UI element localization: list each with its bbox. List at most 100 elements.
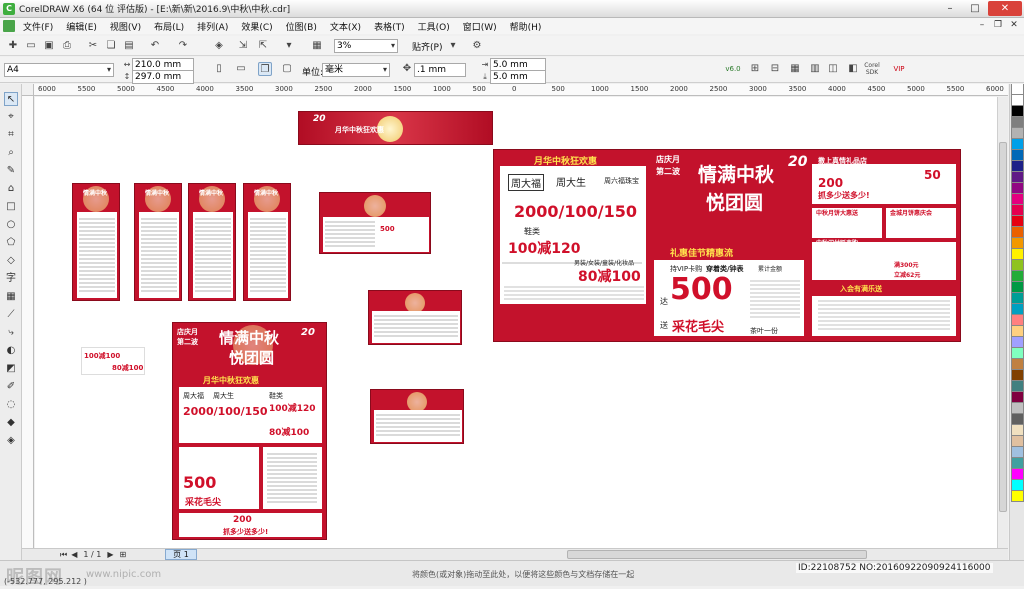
color-swatch[interactable] — [1011, 227, 1024, 238]
small-strip-artwork[interactable]: 100减100 80减100 — [81, 347, 145, 375]
options-gear-icon[interactable]: ⚙ — [470, 39, 484, 53]
table-tool-icon[interactable]: ▦ — [4, 290, 18, 304]
macro-version-badge[interactable]: v6.0 — [722, 62, 744, 76]
color-swatch[interactable] — [1011, 326, 1024, 337]
menu-text[interactable]: 文本(X) — [330, 20, 361, 33]
menu-window[interactable]: 窗口(W) — [463, 20, 497, 33]
narrow-poster-1[interactable]: 情满中秋 — [72, 183, 120, 301]
units-select[interactable]: 毫米 — [322, 63, 390, 77]
color-swatch[interactable] — [1011, 491, 1024, 502]
smart-fill-icon[interactable]: ⌂ — [4, 182, 18, 196]
document-icon[interactable] — [3, 20, 15, 32]
combine-icon[interactable]: ◫ — [826, 62, 840, 76]
small-poster-1[interactable]: 500 — [319, 192, 431, 254]
color-swatch[interactable] — [1011, 139, 1024, 150]
all-pages-icon[interactable]: ❐ — [258, 62, 272, 76]
menu-file[interactable]: 文件(F) — [23, 20, 53, 33]
coreldraw-app-icon[interactable]: C — [3, 2, 15, 15]
print-icon[interactable]: ⎙ — [60, 39, 74, 53]
redo-icon[interactable]: ↷ — [176, 39, 190, 53]
menu-layout[interactable]: 布局(L) — [154, 20, 184, 33]
color-swatch[interactable] — [1011, 425, 1024, 436]
color-swatch[interactable] — [1011, 260, 1024, 271]
text-tool-icon[interactable]: 字 — [4, 272, 18, 286]
fill-tool-icon[interactable]: ◆ — [4, 416, 18, 430]
color-swatch[interactable] — [1011, 216, 1024, 227]
corel-sdk-icon[interactable]: Corel SDK — [862, 62, 882, 76]
outline-tool-icon[interactable]: ◌ — [4, 398, 18, 412]
page-height-field[interactable]: 297.0 mm — [132, 70, 194, 84]
next-page-button[interactable]: ▶ — [107, 550, 113, 559]
horizontal-ruler[interactable]: 6000 5500 5000 4500 4000 3500 3000 2500 2000 1500… — [34, 84, 1008, 96]
duplicate-y-field[interactable]: 5.0 mm — [490, 70, 546, 84]
color-swatch[interactable] — [1011, 458, 1024, 469]
snap-dropdown-icon[interactable]: ▾ — [446, 39, 460, 53]
application-launcher-icon[interactable]: ▾ — [282, 39, 296, 53]
transparency-tool-icon[interactable]: ◩ — [4, 362, 18, 376]
drawing-canvas[interactable]: 月华中秋狂欢惠 20 情满中秋 情满中秋 情满中秋 情满中秋 500 100减1… — [35, 97, 997, 548]
cut-icon[interactable]: ✂ — [86, 39, 100, 53]
menu-tools[interactable]: 工具(O) — [418, 20, 450, 33]
small-poster-3[interactable] — [370, 389, 464, 444]
narrow-poster-2[interactable]: 情满中秋 — [134, 183, 182, 301]
maximize-button[interactable]: □ — [963, 1, 987, 16]
undo-icon[interactable]: ↶ — [148, 39, 162, 53]
color-swatch[interactable] — [1011, 315, 1024, 326]
ellipse-tool-icon[interactable]: ○ — [4, 218, 18, 232]
color-swatch[interactable] — [1011, 205, 1024, 216]
dimension-tool-icon[interactable]: ⟋ — [4, 308, 18, 322]
color-swatch[interactable] — [1011, 271, 1024, 282]
color-swatch[interactable] — [1011, 469, 1024, 480]
search-content-icon[interactable]: ◈ — [212, 39, 226, 53]
color-swatch[interactable] — [1011, 403, 1024, 414]
color-swatch[interactable] — [1011, 304, 1024, 315]
close-button[interactable]: ✕ — [988, 1, 1022, 16]
doc-restore-button[interactable]: ❐ — [990, 19, 1006, 32]
export-icon[interactable]: ⇱ — [256, 39, 270, 53]
banner-artwork[interactable]: 月华中秋狂欢惠 20 — [298, 111, 493, 145]
horizontal-scroll-thumb[interactable] — [567, 550, 867, 559]
zoom-level-select[interactable]: 3% — [334, 39, 398, 53]
menu-help[interactable]: 帮助(H) — [510, 20, 542, 33]
color-swatch[interactable] — [1011, 172, 1024, 183]
menu-view[interactable]: 视图(V) — [110, 20, 141, 33]
eyedropper-tool-icon[interactable]: ✐ — [4, 380, 18, 394]
interactive-fill-icon[interactable]: ◈ — [4, 434, 18, 448]
ungroup-icon[interactable]: ▥ — [808, 62, 822, 76]
freehand-tool-icon[interactable]: ✎ — [4, 164, 18, 178]
crop-tool-icon[interactable]: ⌗ — [4, 128, 18, 142]
connector-tool-icon[interactable]: ⤷ — [4, 326, 18, 340]
color-swatch[interactable] — [1011, 84, 1024, 95]
color-swatch[interactable] — [1011, 447, 1024, 458]
vertical-scrollbar[interactable] — [997, 97, 1008, 548]
align-icon[interactable]: ⊞ — [748, 62, 762, 76]
portrait-icon[interactable]: ▯ — [212, 62, 226, 76]
open-folder-icon[interactable]: ▭ — [24, 39, 38, 53]
nudge-distance-field[interactable]: .1 mm — [414, 63, 466, 77]
color-swatch[interactable] — [1011, 95, 1024, 106]
color-swatch[interactable] — [1011, 381, 1024, 392]
color-swatch[interactable] — [1011, 282, 1024, 293]
color-swatch[interactable] — [1011, 194, 1024, 205]
welcome-screen-icon[interactable]: ▦ — [310, 39, 324, 53]
copy-icon[interactable]: ❏ — [104, 39, 118, 53]
color-swatch[interactable] — [1011, 238, 1024, 249]
minimize-button[interactable]: – — [938, 1, 962, 16]
color-swatch[interactable] — [1011, 480, 1024, 491]
paste-icon[interactable]: ▤ — [122, 39, 136, 53]
shape-tool-icon[interactable]: ⌖ — [4, 110, 18, 124]
color-swatch[interactable] — [1011, 348, 1024, 359]
landscape-icon[interactable]: ▭ — [234, 62, 248, 76]
color-swatch[interactable] — [1011, 392, 1024, 403]
vertical-poster[interactable]: 店庆月 第二波 情满中秋 悦团圆 20 月华中秋狂欢惠 周大福 周大生 2000… — [172, 322, 327, 540]
menu-effects[interactable]: 效果(C) — [241, 20, 272, 33]
group-icon[interactable]: ▦ — [788, 62, 802, 76]
distribute-icon[interactable]: ⊟ — [768, 62, 782, 76]
save-icon[interactable]: ▣ — [42, 39, 56, 53]
ruler-origin[interactable] — [22, 84, 34, 96]
small-poster-2[interactable] — [368, 290, 462, 345]
new-document-icon[interactable]: ✚ — [6, 39, 20, 53]
color-swatch[interactable] — [1011, 106, 1024, 117]
polygon-tool-icon[interactable]: ⬠ — [4, 236, 18, 250]
color-swatch[interactable] — [1011, 370, 1024, 381]
